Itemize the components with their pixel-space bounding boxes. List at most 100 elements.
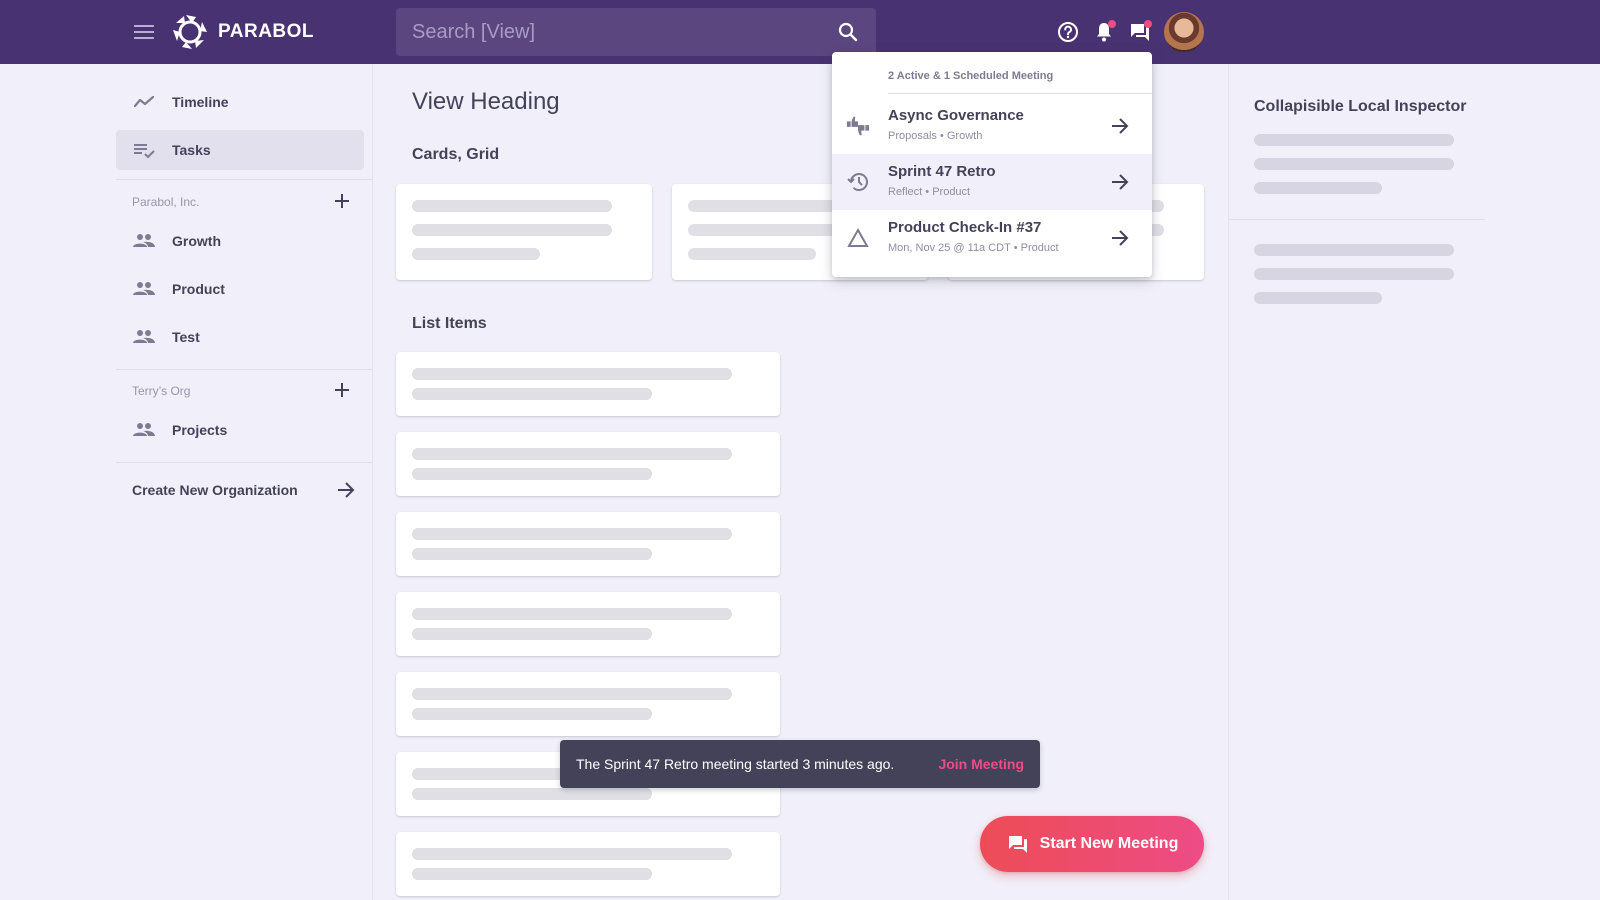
sidebar-item-label: Test — [172, 329, 200, 345]
skeleton-line — [412, 200, 612, 212]
skeleton-line — [412, 708, 652, 720]
start-new-meeting-label: Start New Meeting — [1039, 835, 1179, 852]
org-name: Parabol, Inc. — [132, 195, 200, 209]
view-heading: View Heading — [412, 88, 560, 115]
history-icon — [846, 170, 870, 194]
brand-name: PARABOL — [218, 21, 315, 42]
meeting-title: Product Check-In #37 — [888, 219, 1042, 236]
skeleton-line — [1254, 268, 1454, 280]
arrow-right-icon — [1108, 170, 1132, 194]
user-avatar[interactable] — [1164, 12, 1204, 52]
sidebar-item-timeline[interactable]: Timeline — [116, 82, 364, 122]
meeting-item-async-governance[interactable]: Async Governance Proposals • Growth — [832, 98, 1152, 154]
add-team-button[interactable] — [330, 378, 354, 402]
search-bar — [396, 8, 876, 56]
sidebar-item-product[interactable]: Product — [116, 269, 364, 309]
skeleton-line — [412, 608, 732, 620]
skeleton-line — [412, 224, 612, 236]
sidebar-item-label: Projects — [172, 422, 228, 438]
group-icon — [132, 418, 156, 442]
skeleton-line — [412, 248, 540, 260]
timeline-icon — [132, 90, 156, 114]
join-meeting-button[interactable]: Join Meeting — [938, 756, 1024, 772]
meetings-button[interactable] — [1122, 14, 1158, 50]
inspector-border — [1228, 64, 1229, 900]
list-section-title: List Items — [412, 315, 487, 332]
sidebar-divider — [116, 369, 372, 370]
help-circle-icon — [1058, 22, 1078, 42]
skeleton-line — [412, 628, 652, 640]
hamburger-icon — [134, 25, 154, 39]
brand-logo[interactable]: PARABOL — [170, 12, 314, 52]
thumbs-up-down-icon — [846, 114, 870, 138]
plus-icon — [335, 383, 349, 397]
skeleton-line — [412, 788, 652, 800]
dropdown-header: 2 Active & 1 Scheduled Meeting — [888, 70, 1054, 82]
notification-badge — [1108, 20, 1116, 28]
main-left-border — [372, 64, 373, 900]
snackbar-message: The Sprint 47 Retro meeting started 3 mi… — [576, 756, 895, 772]
sidebar-item-label: Tasks — [172, 142, 211, 158]
sidebar-item-label: Product — [172, 281, 225, 297]
meeting-item-product-checkin[interactable]: Product Check-In #37 Mon, Nov 25 @ 11a C… — [832, 210, 1152, 266]
list-item[interactable] — [396, 592, 780, 656]
skeleton-line — [412, 368, 732, 380]
list-item[interactable] — [396, 832, 780, 896]
list-item[interactable] — [396, 512, 780, 576]
sidebar: Timeline Tasks Parabol, Inc. Growth Prod… — [112, 64, 372, 900]
tasks-icon — [132, 138, 156, 162]
skeleton-line — [1254, 134, 1454, 146]
meeting-item-sprint-retro[interactable]: Sprint 47 Retro Reflect • Product — [832, 154, 1152, 210]
meeting-title: Async Governance — [888, 107, 1024, 124]
top-bar: PARABOL — [0, 0, 1600, 64]
group-icon — [132, 229, 156, 253]
skeleton-line — [412, 448, 732, 460]
group-icon — [132, 325, 156, 349]
help-button[interactable] — [1050, 14, 1086, 50]
list-item[interactable] — [396, 672, 780, 736]
grid-card[interactable] — [396, 184, 652, 280]
start-new-meeting-button[interactable]: Start New Meeting — [980, 816, 1204, 872]
meeting-title: Sprint 47 Retro — [888, 163, 996, 180]
create-organization-label: Create New Organization — [132, 482, 298, 498]
meetings-dropdown: 2 Active & 1 Scheduled Meeting Async Gov… — [832, 52, 1152, 277]
dropdown-divider — [888, 93, 1152, 94]
sidebar-item-tasks[interactable]: Tasks — [116, 130, 364, 170]
top-bar-actions — [1050, 12, 1158, 52]
skeleton-line — [412, 848, 732, 860]
cards-section-title: Cards, Grid — [412, 146, 500, 163]
snackbar: The Sprint 47 Retro meeting started 3 mi… — [560, 740, 1040, 788]
list-item[interactable] — [396, 432, 780, 496]
meetings-badge — [1144, 20, 1152, 28]
notifications-button[interactable] — [1086, 14, 1122, 50]
sidebar-item-growth[interactable]: Growth — [116, 221, 364, 261]
skeleton-line — [688, 248, 816, 260]
meeting-subtitle: Proposals • Growth — [888, 130, 983, 142]
sidebar-divider — [116, 462, 372, 463]
inspector-divider — [1229, 219, 1485, 220]
plus-icon — [335, 194, 349, 208]
skeleton-line — [412, 388, 652, 400]
skeleton-line — [412, 688, 732, 700]
forum-icon — [1008, 836, 1027, 853]
arrow-right-icon — [1108, 114, 1132, 138]
sidebar-divider — [116, 179, 372, 180]
group-icon — [132, 277, 156, 301]
skeleton-line — [412, 528, 732, 540]
sidebar-item-label: Growth — [172, 233, 221, 249]
sidebar-item-projects[interactable]: Projects — [116, 410, 364, 450]
add-team-button[interactable] — [330, 189, 354, 213]
triangle-icon — [846, 226, 870, 250]
skeleton-line — [1254, 182, 1382, 194]
search-input[interactable] — [412, 20, 836, 44]
search-icon[interactable] — [836, 20, 860, 44]
skeleton-line — [1254, 292, 1382, 304]
arrow-right-icon — [338, 482, 355, 498]
inspector-title: Collapisible Local Inspector — [1254, 98, 1467, 115]
sidebar-item-test[interactable]: Test — [116, 317, 364, 357]
create-organization-button[interactable]: Create New Organization — [116, 470, 364, 510]
list-item[interactable] — [396, 352, 780, 416]
sidebar-item-label: Timeline — [172, 94, 229, 110]
menu-button[interactable] — [128, 20, 160, 44]
skeleton-line — [412, 548, 652, 560]
